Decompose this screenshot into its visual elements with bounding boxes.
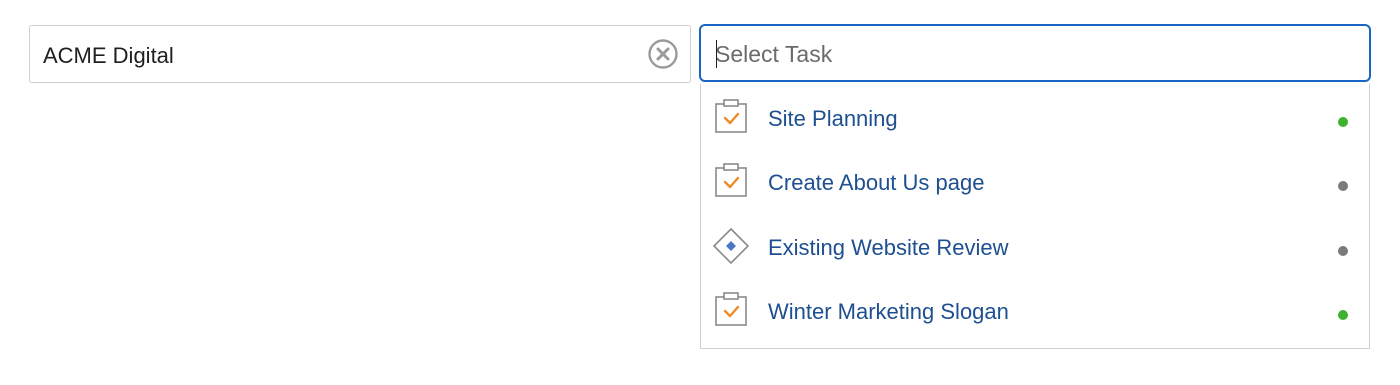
- task-clipboard-icon: [712, 162, 750, 200]
- task-option-site-planning[interactable]: Site Planning: [701, 86, 1369, 150]
- task-clipboard-icon: [712, 98, 750, 136]
- task-option-existing-website-review[interactable]: Existing Website Review: [701, 215, 1369, 279]
- task-option-label: Winter Marketing Slogan: [768, 299, 1009, 324]
- task-option-label: Site Planning: [768, 106, 898, 131]
- status-dot-active: [1338, 310, 1348, 320]
- status-dot-inactive: [1338, 246, 1348, 256]
- status-dot-active: [1338, 117, 1348, 127]
- text-caret: [716, 40, 717, 68]
- task-select[interactable]: [699, 24, 1371, 82]
- task-search-input[interactable]: [715, 37, 1335, 71]
- task-option-label: Create About Us page: [768, 170, 985, 195]
- status-dot-inactive: [1338, 181, 1348, 191]
- task-option-winter-marketing-slogan[interactable]: Winter Marketing Slogan: [701, 279, 1369, 343]
- client-select-value: ACME Digital: [43, 43, 174, 68]
- clear-icon[interactable]: [647, 38, 679, 70]
- task-clipboard-icon: [712, 291, 750, 329]
- task-option-create-about-us[interactable]: Create About Us page: [701, 150, 1369, 214]
- task-option-label: Existing Website Review: [768, 235, 1009, 260]
- milestone-diamond-icon: [712, 227, 750, 265]
- client-select[interactable]: ACME Digital: [29, 25, 691, 83]
- task-dropdown-list: Site Planning Create About Us page Exist…: [700, 84, 1370, 349]
